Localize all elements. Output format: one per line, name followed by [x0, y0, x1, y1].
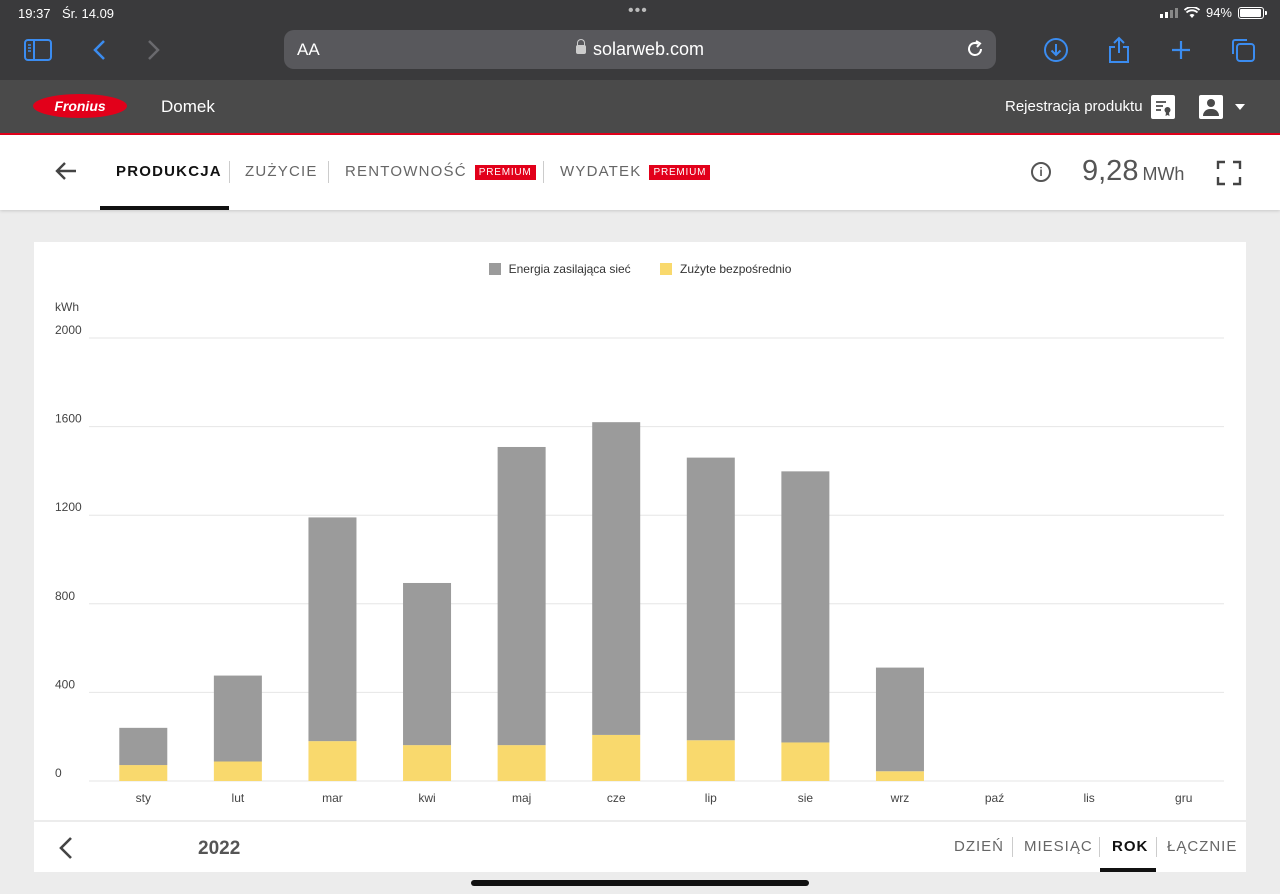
- tab-produkcja[interactable]: PRODUKCJA: [116, 163, 222, 180]
- app-header: Fronius Domek Rejestracja produktu: [0, 80, 1280, 135]
- wifi-icon: [1183, 6, 1200, 18]
- bar-grid-feed[interactable]: [875, 667, 924, 772]
- bar-self-consumed[interactable]: [308, 741, 357, 781]
- x-tick-label: mar: [322, 791, 343, 805]
- previous-period-icon[interactable]: [56, 836, 76, 860]
- forward-icon[interactable]: [139, 36, 169, 64]
- tab-separator: [229, 161, 230, 183]
- tab-separator: [328, 161, 329, 183]
- total-unit: MWh: [1142, 164, 1185, 184]
- period-separator: [1099, 837, 1100, 857]
- signal-icon: [1159, 7, 1178, 18]
- premium-badge: PREMIUM: [649, 165, 711, 180]
- battery-icon: [1238, 6, 1267, 19]
- user-account-icon[interactable]: [1199, 95, 1223, 119]
- new-tab-icon[interactable]: [1166, 36, 1196, 64]
- back-arrow-icon[interactable]: [54, 157, 80, 185]
- production-bar-chart: 0 400 800 1200 1600 2000 sty lut mar kwi maj cze lip…: [55, 323, 1224, 805]
- bar-grid-feed[interactable]: [497, 446, 546, 746]
- premium-badge: PREMIUM: [474, 165, 536, 180]
- site-name[interactable]: Domek: [161, 97, 215, 117]
- fronius-logo[interactable]: Fronius: [33, 94, 127, 118]
- period-separator: [1156, 837, 1157, 857]
- battery-percent: 94%: [1205, 5, 1232, 20]
- bar-grid-feed[interactable]: [213, 675, 262, 762]
- tab-wydatek[interactable]: WYDATEK PREMIUM: [560, 163, 711, 181]
- bar-grid-feed[interactable]: [403, 582, 452, 746]
- x-tick-label: sty: [136, 791, 151, 805]
- x-tick-label: wrz: [890, 791, 910, 805]
- bar-grid-feed[interactable]: [592, 422, 641, 735]
- period-year[interactable]: ROK: [1112, 838, 1148, 855]
- multitasking-dots-icon[interactable]: •••: [628, 2, 648, 20]
- address-bar[interactable]: AA solarweb.com: [284, 30, 996, 69]
- period-total[interactable]: ŁĄCZNIE: [1167, 838, 1237, 855]
- x-tick-label: cze: [607, 791, 626, 805]
- period-month[interactable]: MIESIĄC: [1024, 838, 1093, 855]
- x-tick-label: kwi: [418, 791, 435, 805]
- reload-icon[interactable]: [964, 38, 986, 60]
- tabs-overview-icon[interactable]: [1228, 36, 1258, 64]
- share-icon[interactable]: [1104, 36, 1134, 64]
- y-tick-label: 0: [55, 766, 62, 780]
- total-value: 9,28: [1082, 155, 1139, 187]
- x-tick-label: paź: [985, 791, 1004, 805]
- bar-self-consumed[interactable]: [781, 742, 830, 781]
- y-tick-label: 1200: [55, 500, 82, 514]
- active-tab-indicator: [100, 206, 229, 210]
- x-tick-label: sie: [798, 791, 814, 805]
- info-icon[interactable]: i: [1031, 162, 1051, 182]
- bar-grid-feed[interactable]: [119, 727, 168, 766]
- status-date: Śr. 14.09: [62, 6, 115, 21]
- bar-grid-feed[interactable]: [686, 457, 735, 741]
- browser-chrome: 19:37 Śr. 14.09 ••• 94% AA solarweb.com: [0, 0, 1280, 80]
- active-period-indicator: [1100, 868, 1156, 872]
- bar-grid-feed[interactable]: [781, 471, 830, 743]
- y-tick-label: 400: [55, 677, 75, 691]
- url-text[interactable]: solarweb.com: [284, 39, 996, 60]
- register-product-link[interactable]: Rejestracja produktu: [1005, 98, 1143, 115]
- bar-self-consumed[interactable]: [213, 761, 262, 781]
- bar-self-consumed[interactable]: [119, 765, 168, 781]
- period-separator: [1012, 837, 1013, 857]
- sidebar-icon[interactable]: [23, 36, 53, 64]
- back-icon[interactable]: [84, 36, 114, 64]
- period-bar: 2022 DZIEŃ MIESIĄC ROK ŁĄCZNIE: [34, 822, 1246, 872]
- status-right: 94%: [1159, 5, 1267, 20]
- certificate-icon[interactable]: [1151, 95, 1175, 119]
- status-time: 19:37: [18, 6, 51, 21]
- account-dropdown-caret-icon[interactable]: [1235, 104, 1245, 110]
- y-tick-label: 2000: [55, 323, 82, 337]
- x-tick-label: gru: [1175, 791, 1192, 805]
- tab-rentownosc[interactable]: RENTOWNOŚĆ PREMIUM: [345, 163, 536, 181]
- bar-grid-feed[interactable]: [308, 517, 357, 742]
- tab-zuzycie[interactable]: ZUŻYCIE: [245, 163, 318, 180]
- period-day[interactable]: DZIEŃ: [954, 838, 1004, 855]
- view-tabs-bar: PRODUKCJA ZUŻYCIE RENTOWNOŚĆ PREMIUM WYDA…: [0, 135, 1280, 210]
- home-indicator[interactable]: [471, 880, 809, 886]
- bar-self-consumed[interactable]: [592, 734, 641, 781]
- x-tick-label: lip: [705, 791, 717, 805]
- bar-self-consumed[interactable]: [686, 740, 735, 781]
- total-production: 9,28 MWh: [1082, 155, 1184, 188]
- x-tick-label: lut: [232, 791, 245, 805]
- fullscreen-icon[interactable]: [1216, 160, 1242, 186]
- bar-self-consumed[interactable]: [875, 771, 924, 781]
- download-icon[interactable]: [1041, 36, 1071, 64]
- bar-self-consumed[interactable]: [497, 745, 546, 781]
- selected-year: 2022: [198, 838, 241, 859]
- lock-icon: [575, 39, 586, 54]
- y-tick-label: 800: [55, 589, 75, 603]
- y-tick-label: 1600: [55, 412, 82, 426]
- bar-self-consumed[interactable]: [403, 745, 452, 781]
- status-bar: 19:37 Śr. 14.09 ••• 94%: [0, 0, 1280, 26]
- chart-card: Energia zasilająca sieć Zużyte bezpośred…: [34, 242, 1246, 820]
- tab-separator: [543, 161, 544, 183]
- x-tick-label: lis: [1083, 791, 1094, 805]
- x-tick-label: maj: [512, 791, 531, 805]
